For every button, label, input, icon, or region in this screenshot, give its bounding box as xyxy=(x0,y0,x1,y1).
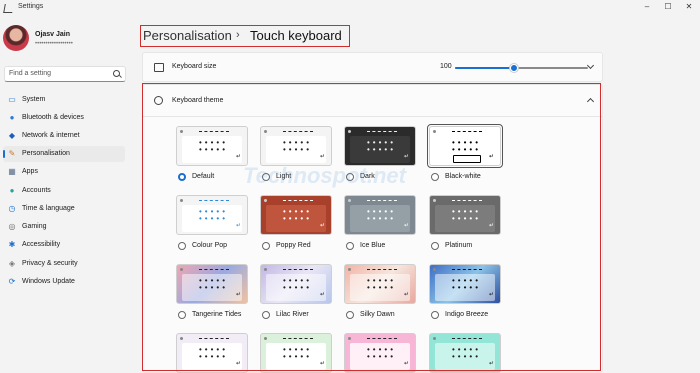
sidebar-item-label: Personalisation xyxy=(22,150,70,157)
keyboard-size-icon xyxy=(154,63,164,72)
clock-icon: ◷ xyxy=(8,204,16,213)
chevron-down-icon[interactable] xyxy=(586,61,595,70)
brush-icon: ✎ xyxy=(8,149,16,158)
accounts-icon: ● xyxy=(9,186,15,195)
close-button[interactable]: ✕ xyxy=(679,1,699,13)
user-email: •••••••••••••••••• xyxy=(35,41,73,47)
title-bar: Settings – ☐ ✕ xyxy=(0,0,700,16)
breadcrumb: Personalisation › Touch keyboard xyxy=(140,25,350,47)
breadcrumb-parent[interactable]: Personalisation xyxy=(143,28,232,43)
sidebar-item-label: Network & internet xyxy=(22,132,80,139)
slider-fill xyxy=(455,67,514,69)
sidebar-item-label: Accounts xyxy=(22,187,51,194)
sidebar-item-label: Privacy & security xyxy=(22,260,78,267)
sidebar-item-label: Time & language xyxy=(22,205,75,212)
theme-highlight-frame xyxy=(142,83,601,371)
keyboard-size-card: Keyboard size 100 xyxy=(142,52,603,82)
breadcrumb-separator: › xyxy=(236,29,240,41)
sidebar-item-time-language[interactable]: ◷ Time & language xyxy=(3,201,125,217)
sidebar-item-system[interactable]: ▭ System xyxy=(3,92,125,108)
keyboard-size-label: Keyboard size xyxy=(172,63,217,70)
keyboard-size-value: 100 xyxy=(440,63,452,70)
search-icon xyxy=(113,70,120,77)
sidebar-item-label: Apps xyxy=(22,168,38,175)
search-placeholder: Find a setting xyxy=(9,70,52,77)
sidebar-item-windows-update[interactable]: ⟳ Windows Update xyxy=(3,274,125,290)
maximize-button[interactable]: ☐ xyxy=(658,1,678,13)
system-icon: ▭ xyxy=(8,95,16,104)
minimize-button[interactable]: – xyxy=(637,1,657,13)
sidebar-item-personalisation[interactable]: ✎ Personalisation xyxy=(3,146,125,162)
gaming-icon: ◎ xyxy=(8,222,16,231)
shield-icon: ◈ xyxy=(8,259,16,268)
sidebar-item-label: Accessibility xyxy=(22,241,61,248)
sidebar-item-label: Windows Update xyxy=(22,278,75,285)
update-icon: ⟳ xyxy=(8,277,16,286)
page-title: Touch keyboard xyxy=(250,28,342,43)
user-name: Ojasv Jain xyxy=(35,31,71,38)
avatar[interactable] xyxy=(3,25,29,51)
sidebar-item-apps[interactable]: ▦ Apps xyxy=(3,164,125,180)
sidebar-item-label: System xyxy=(22,96,46,103)
sidebar-item-network-internet[interactable]: ◆ Network & internet xyxy=(3,128,125,144)
slider-thumb[interactable] xyxy=(509,64,518,72)
app-title: Settings xyxy=(18,3,44,10)
sidebar-item-label: Bluetooth & devices xyxy=(22,114,84,121)
keyboard-size-slider[interactable] xyxy=(455,64,588,72)
sidebar-item-gaming[interactable]: ◎ Gaming xyxy=(3,219,125,235)
network-icon: ◆ xyxy=(8,131,16,140)
watermark: Technospot.net xyxy=(243,163,406,188)
apps-icon: ▦ xyxy=(8,167,16,176)
sidebar-item-accessibility[interactable]: ✱ Accessibility xyxy=(3,237,125,253)
bluetooth-icon: ● xyxy=(9,113,15,122)
sidebar-item-bluetooth-devices[interactable]: ● Bluetooth & devices xyxy=(3,110,125,126)
back-arrow-icon[interactable] xyxy=(3,4,14,13)
accessibility-icon: ✱ xyxy=(8,240,16,249)
sidebar-item-accounts[interactable]: ● Accounts xyxy=(3,183,125,199)
search-input[interactable]: Find a setting xyxy=(4,66,126,82)
sidebar-item-privacy-security[interactable]: ◈ Privacy & security xyxy=(3,256,125,272)
sidebar-item-label: Gaming xyxy=(22,223,47,230)
